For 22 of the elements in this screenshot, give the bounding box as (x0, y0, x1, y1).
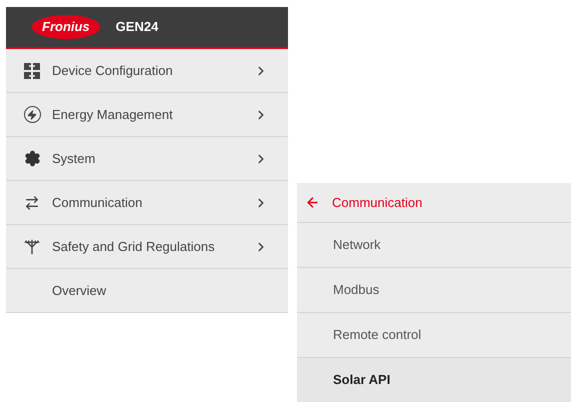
menu-item[interactable]: System (6, 137, 288, 181)
swap-arrows-icon (24, 194, 40, 210)
menu-item-label: Energy Management (52, 106, 174, 124)
submenu-item[interactable]: Network (297, 223, 571, 268)
header-title: GEN24 (116, 18, 158, 36)
menu-item[interactable]: Communication (6, 181, 288, 225)
menu-item[interactable]: Energy Management (6, 93, 288, 137)
menu-item[interactable]: Safety and Grid Regulations (6, 225, 288, 269)
back-button[interactable]: Communication (297, 183, 571, 223)
menu-item-label: Device Configuration (52, 62, 174, 80)
menu-item-label: System (52, 150, 96, 168)
submenu-item[interactable]: Modbus (297, 268, 571, 313)
menu-item[interactable]: Overview (6, 269, 288, 313)
submenu-title: Communication (332, 194, 422, 212)
brand-logo: Fronius (32, 15, 100, 39)
submenu-item[interactable]: Solar API (297, 358, 571, 402)
menu-item-label: Communication (52, 194, 144, 212)
menu-item[interactable]: Device Configuration (6, 49, 288, 93)
power-pylon-icon (24, 238, 40, 254)
device-grid-icon (24, 62, 40, 78)
menu-item-label: Overview (52, 282, 108, 300)
menu-item-label: Safety and Grid Regulations (52, 238, 216, 256)
